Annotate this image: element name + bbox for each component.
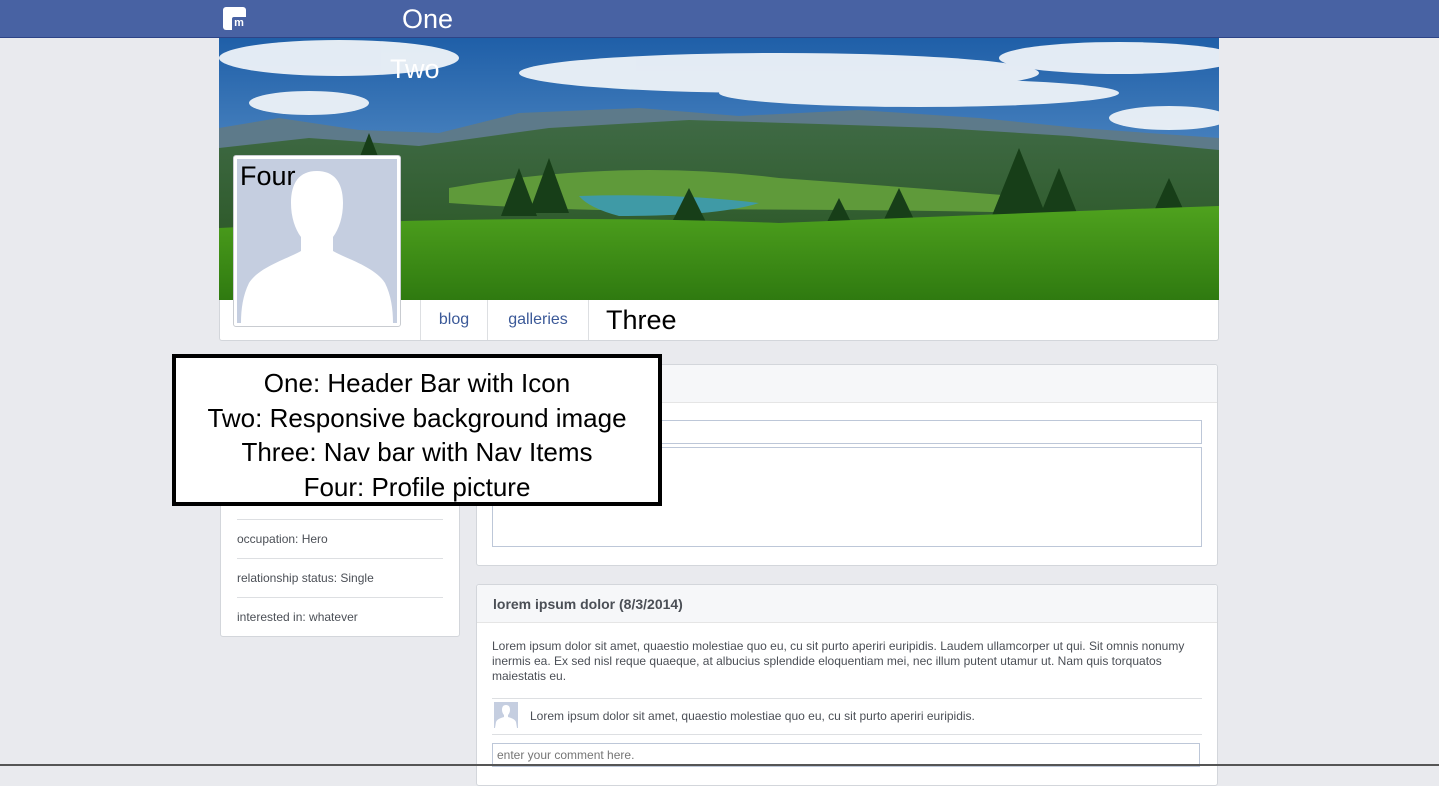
callout-line-four: Four: Profile picture [303,471,531,502]
post-body: Lorem ipsum dolor sit amet, quaestio mol… [492,639,1185,683]
cover-marker-label: Two [390,54,440,84]
blog-post: lorem ipsum dolor (8/3/2014) Lorem ipsum… [476,584,1218,786]
callout-line-three: Three: Nav bar with Nav Items [241,437,593,467]
annotation-callout: One: Header Bar with Icon Two: Responsiv… [172,354,662,506]
header-marker: One [402,4,454,34]
post-header: lorem ipsum dolor (8/3/2014) [477,585,1217,623]
app-logo-icon[interactable]: m [223,7,246,30]
profile-marker: Four [240,161,296,191]
comment: Lorem ipsum dolor sit amet, quaestio mol… [492,698,1202,735]
comment-text: Lorem ipsum dolor sit amet, quaestio mol… [530,709,975,723]
about-occupation: occupation: Hero [237,519,443,558]
nav-item-galleries[interactable]: galleries [487,300,589,340]
callout-line-two: Two: Responsive background image [207,402,627,433]
post-title: lorem ipsum dolor (8/3/2014) [493,596,683,612]
about-interested: interested in: whatever [237,597,443,636]
nav-marker: Three [606,305,677,335]
about-relationship: relationship status: Single [237,558,443,597]
header-bar: m One [0,0,1439,38]
callout-line-one: One: Header Bar with Icon [263,368,571,398]
nav-item-blog[interactable]: blog [420,300,487,340]
window-bottom-edge [0,764,1439,766]
comment-avatar-icon [494,702,518,728]
